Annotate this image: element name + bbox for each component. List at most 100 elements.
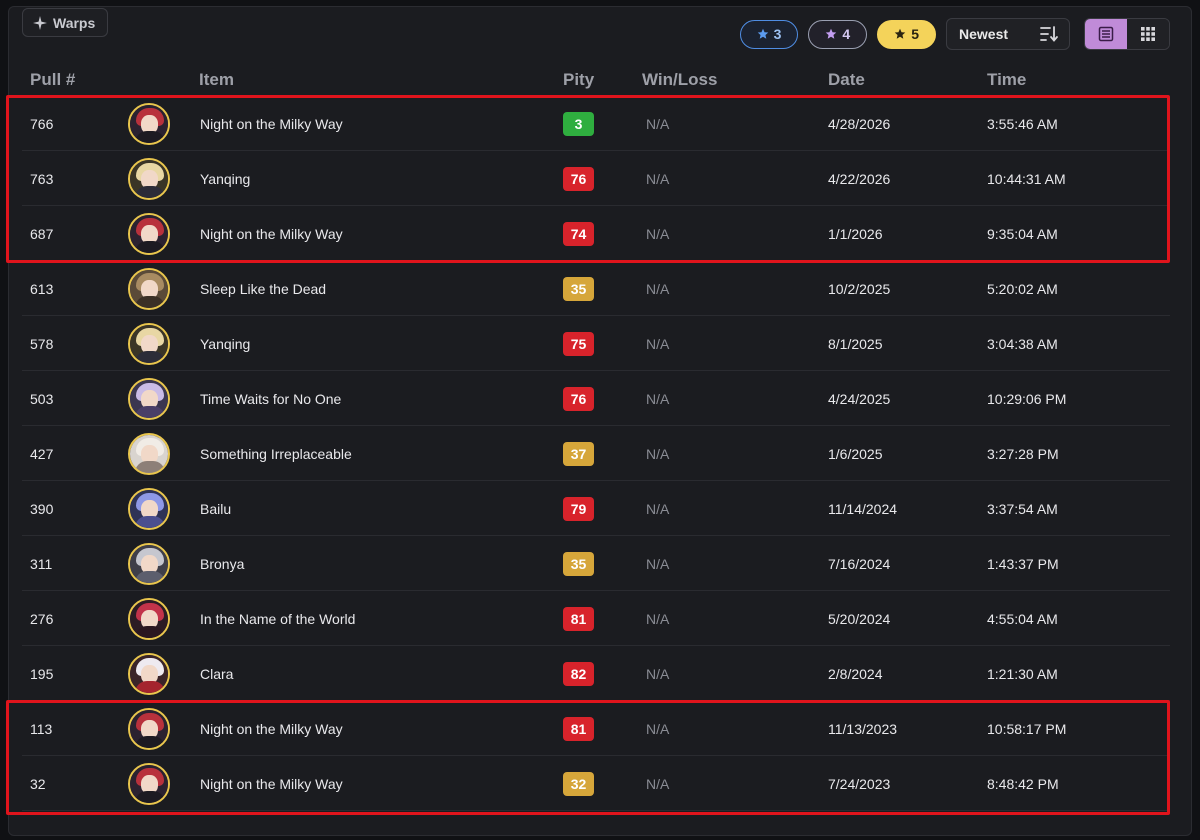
item-name: Night on the Milky Way <box>200 115 343 132</box>
pity-badge: 76 <box>563 166 594 191</box>
pity-badge: 75 <box>563 331 594 356</box>
avatar <box>128 102 170 145</box>
item-name: Yanqing <box>200 170 251 187</box>
win-loss: N/A <box>646 335 670 352</box>
pull-number: 195 <box>30 665 54 682</box>
item-avatar-cell <box>128 646 170 701</box>
pity-cell: 37 <box>563 426 594 481</box>
pull-time: 3:04:38 AM <box>987 335 1058 352</box>
pull-date: 11/13/2023 <box>828 720 898 737</box>
item-avatar-cell <box>128 756 170 811</box>
pity-cell: 74 <box>563 206 594 261</box>
item-avatar-cell <box>128 206 170 261</box>
pull-number: 578 <box>30 335 54 352</box>
pity-badge: 81 <box>563 716 594 741</box>
item-name: In the Name of the World <box>200 610 356 627</box>
filter-3-star-label: 3 <box>773 26 782 42</box>
pity-cell: 82 <box>563 646 594 701</box>
win-loss: N/A <box>646 445 670 462</box>
item-name: Time Waits for No One <box>200 390 342 407</box>
win-loss: N/A <box>646 115 670 132</box>
pull-date: 4/28/2026 <box>828 115 891 132</box>
warps-tab[interactable]: Warps <box>22 8 109 37</box>
table-row[interactable]: 766 Night on the Milky Way 3 N/A 4/28/2026 3:… <box>22 96 1170 151</box>
item-name: Yanqing <box>200 335 251 352</box>
table-row[interactable]: 503 Time Waits for No One 76 N/A 4/24/2025 10… <box>22 371 1170 426</box>
view-toggle <box>1084 18 1170 50</box>
pull-time: 5:20:02 AM <box>987 280 1058 297</box>
pull-number: 32 <box>30 775 46 792</box>
star-icon <box>757 28 768 39</box>
avatar <box>128 542 170 585</box>
win-loss: N/A <box>646 555 670 572</box>
filter-5-star-label: 5 <box>911 26 919 42</box>
pull-time: 10:29:06 PM <box>987 390 1067 407</box>
pull-date: 5/20/2024 <box>828 610 891 627</box>
win-loss: N/A <box>646 390 670 407</box>
item-name: Night on the Milky Way <box>200 225 343 242</box>
pity-cell: 76 <box>563 151 594 206</box>
table-row[interactable]: 578 Yanqing 75 N/A 8/1/2025 3:04:38 AM <box>22 316 1170 371</box>
pull-time: 3:37:54 AM <box>987 500 1058 517</box>
pull-time: 10:58:17 PM <box>987 720 1067 737</box>
table-row[interactable]: 311 Bronya 35 N/A 7/16/2024 1:43:37 PM <box>22 536 1170 591</box>
pull-number: 763 <box>30 170 54 187</box>
filter-4-star-button[interactable]: 4 <box>808 19 868 49</box>
pull-date: 1/6/2025 <box>828 445 883 462</box>
table-row[interactable]: 276 In the Name of the World 81 N/A 5/20/202… <box>22 591 1170 646</box>
grid-view-button[interactable] <box>1127 19 1169 49</box>
table-row[interactable]: 390 Bailu 79 N/A 11/14/2024 3:37:54 AM <box>22 481 1170 536</box>
pull-number: 503 <box>30 390 54 407</box>
item-name: Bailu <box>200 500 232 517</box>
column-header-win-loss: Win/Loss <box>642 70 718 89</box>
pity-cell: 35 <box>563 261 594 316</box>
list-view-button[interactable] <box>1085 19 1127 49</box>
pity-cell: 81 <box>563 701 594 756</box>
table-row[interactable]: 613 Sleep Like the Dead 35 N/A 10/2/2025 5:20… <box>22 261 1170 316</box>
pull-date: 8/1/2025 <box>828 335 883 352</box>
column-header-item: Item <box>199 70 234 89</box>
item-avatar-cell <box>128 536 170 591</box>
pity-cell: 35 <box>563 536 594 591</box>
pity-badge: 35 <box>563 551 594 576</box>
win-loss: N/A <box>646 280 670 297</box>
toolbar: 3 4 5 Newest <box>739 18 1170 50</box>
item-avatar-cell <box>128 316 170 371</box>
table-row[interactable]: 113 Night on the Milky Way 81 N/A 11/13/2023… <box>22 701 1170 756</box>
warps-tab-label: Warps <box>53 14 96 31</box>
star-icon <box>826 28 837 39</box>
pity-badge: 37 <box>563 441 594 466</box>
pull-number: 390 <box>30 500 54 517</box>
table-row[interactable]: 763 Yanqing 76 N/A 4/22/2026 10:44:31 AM <box>22 151 1170 206</box>
column-header-time: Time <box>987 70 1027 89</box>
column-header-pity: Pity <box>563 70 595 89</box>
table-row[interactable]: 687 Night on the Milky Way 74 N/A 1/1/2026 9:… <box>22 206 1170 261</box>
item-name: Night on the Milky Way <box>200 775 343 792</box>
pull-number: 276 <box>30 610 54 627</box>
sort-label: Newest <box>959 26 1009 42</box>
avatar <box>128 267 170 310</box>
sort-descending-icon <box>1040 26 1058 42</box>
pity-cell: 75 <box>563 316 594 371</box>
table-row[interactable]: 427 Something Irreplaceable 37 N/A 1/6/2025 3… <box>22 426 1170 481</box>
pull-date: 10/2/2025 <box>828 280 891 297</box>
win-loss: N/A <box>646 775 670 792</box>
table-row[interactable]: 32 Night on the Milky Way 32 N/A 7/24/2023 8:… <box>22 756 1170 811</box>
item-avatar-cell <box>128 151 170 206</box>
table-row[interactable]: 195 Clara 82 N/A 2/8/2024 1:21:30 AM <box>22 646 1170 701</box>
win-loss: N/A <box>646 170 670 187</box>
filter-5-star-button[interactable]: 5 <box>877 19 936 49</box>
pity-badge: 76 <box>563 386 594 411</box>
item-avatar-cell <box>128 426 170 481</box>
filter-3-star-button[interactable]: 3 <box>739 19 799 49</box>
avatar <box>128 212 170 255</box>
sparkle-icon <box>33 15 47 30</box>
sort-dropdown[interactable]: Newest <box>946 18 1070 50</box>
pull-date: 11/14/2024 <box>828 500 898 517</box>
win-loss: N/A <box>646 500 670 517</box>
pull-date: 1/1/2026 <box>828 225 883 242</box>
avatar <box>128 707 170 750</box>
avatar <box>128 762 170 805</box>
pity-badge: 32 <box>563 771 594 796</box>
avatar <box>128 487 170 530</box>
